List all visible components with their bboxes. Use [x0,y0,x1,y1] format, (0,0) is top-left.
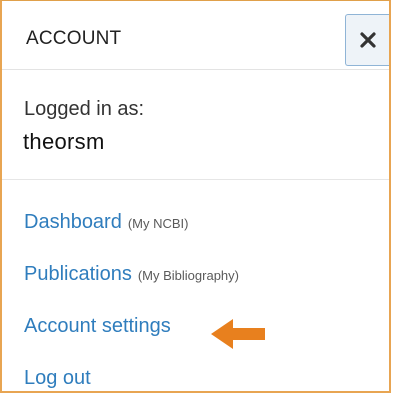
menu-item-publications: Publications (My Bibliography) [24,263,239,315]
username: theorsm [23,129,105,154]
menu-item-log-out: Log out [24,367,239,419]
close-button[interactable] [345,14,389,66]
log-out-link[interactable]: Log out [24,367,91,389]
publications-note: (My Bibliography) [137,268,239,283]
close-icon [359,32,376,48]
menu-item-account-settings: Account settings [24,315,239,367]
menu-item-dashboard: Dashboard (My NCBI) [24,211,239,263]
account-settings-link[interactable]: Account settings [24,315,171,337]
divider [2,179,389,180]
dashboard-note: (My NCBI) [127,216,189,231]
account-header: ACCOUNT [2,1,389,70]
account-menu: Dashboard (My NCBI) Publications (My Bibli… [24,211,239,419]
arrow-left-icon [211,319,265,349]
publications-link[interactable]: Publications [24,263,132,285]
panel-title: ACCOUNT [26,28,122,49]
logged-in-label: Logged in as: [24,98,145,120]
account-panel: ACCOUNT Logged in as: theorsm Dashboard (… [0,0,391,393]
dashboard-link[interactable]: Dashboard [24,211,122,233]
